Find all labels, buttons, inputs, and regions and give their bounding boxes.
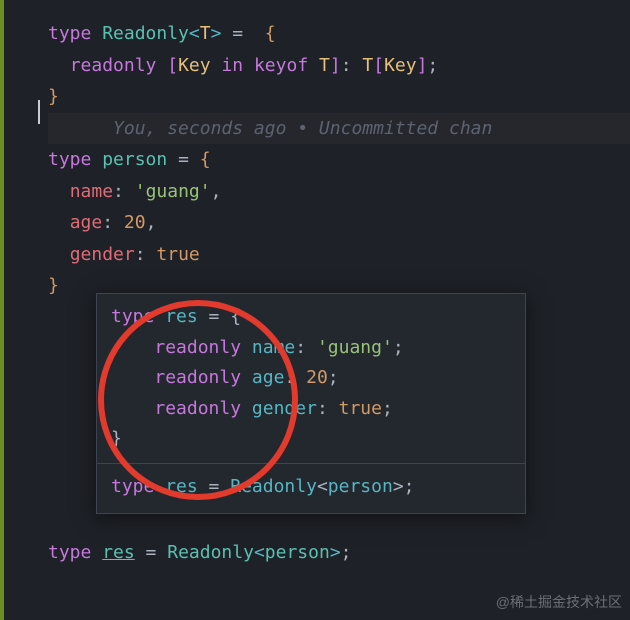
- bracket-close: ]: [417, 55, 428, 76]
- keyword-type: type: [111, 476, 154, 497]
- angle-close: >: [330, 542, 341, 563]
- semicolon: ;: [427, 55, 438, 76]
- code-line[interactable]: type person = {: [48, 144, 630, 176]
- comma: ,: [211, 181, 222, 202]
- type-name: person: [102, 149, 167, 170]
- keyword-type: type: [111, 306, 154, 327]
- semicolon: ;: [328, 367, 339, 388]
- keyword-type: type: [48, 23, 91, 44]
- code-line[interactable]: gender: true: [48, 239, 630, 271]
- key-var: Key: [178, 55, 211, 76]
- keyword-type: type: [48, 542, 91, 563]
- keyword-readonly: readonly: [154, 337, 241, 358]
- hover-line: readonly name: 'guang';: [111, 333, 511, 364]
- type-param: T: [200, 23, 211, 44]
- angle-close: >: [393, 476, 404, 497]
- type-ref: Readonly: [167, 542, 254, 563]
- hover-line: readonly gender: true;: [111, 394, 511, 425]
- angle-open: <: [254, 542, 265, 563]
- prop: gender: [252, 398, 317, 419]
- code-line[interactable]: name: 'guang',: [48, 176, 630, 208]
- colon: :: [284, 367, 295, 388]
- colon: :: [102, 212, 113, 233]
- angle-open: <: [317, 476, 328, 497]
- equals: =: [221, 23, 264, 44]
- keyword-readonly: readonly: [154, 398, 241, 419]
- colon: :: [341, 55, 352, 76]
- type-ref: T: [319, 55, 330, 76]
- brace-close: }: [48, 86, 59, 107]
- prop: name: [252, 337, 295, 358]
- semicolon: ;: [341, 542, 352, 563]
- semicolon: ;: [393, 337, 404, 358]
- type-name: Readonly: [102, 23, 189, 44]
- git-blame-annotation: You, seconds ago • Uncommitted chan: [113, 118, 492, 139]
- boolean-literal: true: [339, 398, 382, 419]
- hover-line: readonly age: 20;: [111, 363, 511, 394]
- bracket-open: [: [167, 55, 178, 76]
- equals: =: [198, 476, 231, 497]
- prop-name: name: [70, 181, 113, 202]
- code-line[interactable]: age: 20,: [48, 207, 630, 239]
- hover-line: type res = {: [111, 302, 511, 333]
- brace-open: {: [265, 23, 276, 44]
- number-literal: 20: [306, 367, 328, 388]
- hover-definition[interactable]: type res = Readonly<person>;: [111, 472, 511, 503]
- semicolon: ;: [404, 476, 415, 497]
- brace-open: {: [200, 149, 211, 170]
- keyword-readonly: readonly: [70, 55, 157, 76]
- blame-line[interactable]: You, seconds ago • Uncommitted chan: [48, 113, 630, 145]
- angle-close: >: [211, 23, 222, 44]
- comma: ,: [146, 212, 157, 233]
- type-name-hovered[interactable]: res: [102, 542, 135, 563]
- string-literal: 'guang': [135, 181, 211, 202]
- hover-line: }: [111, 424, 511, 455]
- type-ref: Readonly: [230, 476, 317, 497]
- code-line[interactable]: }: [48, 81, 630, 113]
- colon: :: [135, 244, 146, 265]
- keyword-readonly: readonly: [154, 367, 241, 388]
- prop-gender: gender: [70, 244, 135, 265]
- colon: :: [295, 337, 306, 358]
- brace-open: {: [230, 306, 241, 327]
- string-literal: 'guang': [317, 337, 393, 358]
- equals: =: [198, 306, 231, 327]
- semicolon: ;: [382, 398, 393, 419]
- type-ref: T: [362, 55, 373, 76]
- keyword-type: type: [48, 149, 91, 170]
- colon: :: [113, 181, 124, 202]
- code-line[interactable]: type res = Readonly<person>;: [48, 537, 630, 569]
- prop: age: [252, 367, 285, 388]
- equals: =: [135, 542, 168, 563]
- key-var: Key: [384, 55, 417, 76]
- type-name: res: [165, 476, 198, 497]
- bracket-open: [: [373, 55, 384, 76]
- type-arg: person: [328, 476, 393, 497]
- keyword-in: in: [221, 55, 243, 76]
- keyword-keyof: keyof: [254, 55, 308, 76]
- number-literal: 20: [124, 212, 146, 233]
- boolean-literal: true: [156, 244, 199, 265]
- equals: =: [167, 149, 200, 170]
- type-arg: person: [265, 542, 330, 563]
- code-line[interactable]: type Readonly<T> = {: [48, 18, 630, 50]
- brace-close: }: [48, 275, 59, 296]
- colon: :: [317, 398, 328, 419]
- hover-tooltip[interactable]: type res = { readonly name: 'guang'; rea…: [96, 293, 526, 514]
- brace-close: }: [111, 428, 122, 449]
- watermark-text: @稀土掘金技术社区: [496, 590, 622, 615]
- type-name: res: [165, 306, 198, 327]
- text-cursor: [38, 100, 40, 124]
- bracket-close: ]: [330, 55, 341, 76]
- hover-divider: [97, 463, 525, 464]
- code-line[interactable]: readonly [Key in keyof T]: T[Key];: [48, 50, 630, 82]
- angle-open: <: [189, 23, 200, 44]
- prop-age: age: [70, 212, 103, 233]
